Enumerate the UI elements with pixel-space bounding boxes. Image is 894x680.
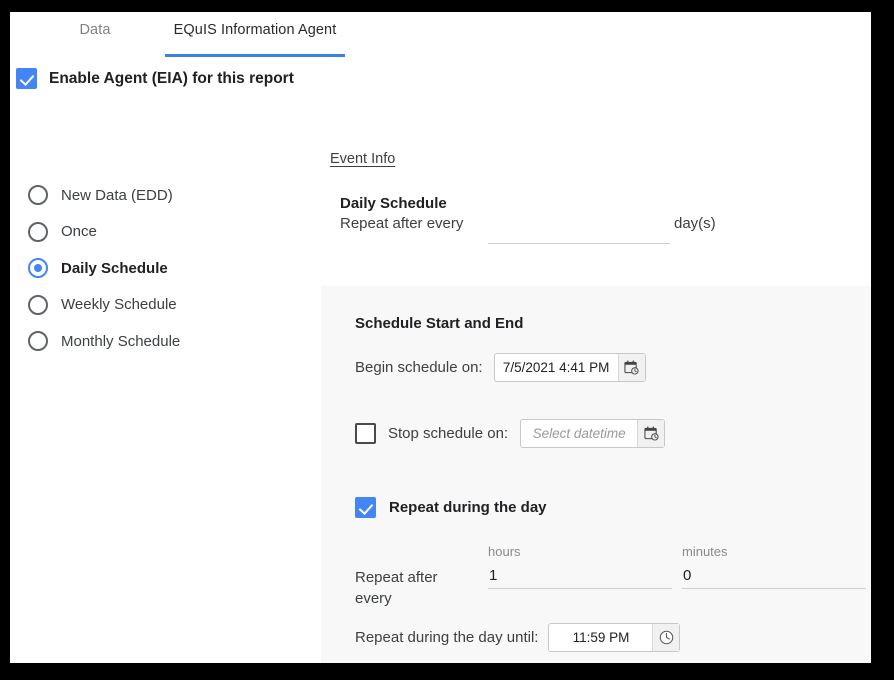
radio-daily-schedule[interactable]: Daily Schedule <box>28 250 298 287</box>
tab-bar: Data EQuIS Information Agent <box>10 12 871 58</box>
panel-repeat-after-every-label: Repeat after every <box>355 567 465 609</box>
clock-icon[interactable] <box>652 624 679 651</box>
radio-icon <box>28 222 48 242</box>
radio-monthly-schedule[interactable]: Monthly Schedule <box>28 323 298 360</box>
radio-selected-icon <box>28 258 48 278</box>
tab-data-label: Data <box>79 22 110 38</box>
tab-equis-information-agent[interactable]: EQuIS Information Agent <box>165 12 345 58</box>
calendar-datetime-icon[interactable] <box>637 420 664 447</box>
stop-schedule-label: Stop schedule on: <box>388 425 508 442</box>
radio-icon <box>28 331 48 351</box>
radio-label: Monthly Schedule <box>61 333 180 350</box>
tab-data[interactable]: Data <box>55 12 135 58</box>
repeat-during-day-label: Repeat during the day <box>389 499 547 516</box>
minutes-input[interactable] <box>682 562 866 589</box>
radio-once[interactable]: Once <box>28 214 298 251</box>
tab-equis-information-agent-label: EQuIS Information Agent <box>174 22 337 38</box>
enable-agent-label: Enable Agent (EIA) for this report <box>49 70 294 88</box>
stop-schedule-field[interactable] <box>520 419 665 448</box>
calendar-datetime-icon[interactable] <box>618 354 645 381</box>
radio-label: Once <box>61 223 97 240</box>
radio-new-data-edd[interactable]: New Data (EDD) <box>28 177 298 214</box>
schedule-panel-title: Schedule Start and End <box>355 315 523 332</box>
repeat-days-input[interactable] <box>488 217 670 244</box>
begin-schedule-row: Begin schedule on: <box>355 353 646 382</box>
active-tab-indicator <box>165 54 345 57</box>
stop-schedule-row: Stop schedule on: <box>355 419 665 448</box>
minutes-field-group: minutes <box>682 544 866 589</box>
hours-caption: hours <box>488 544 672 559</box>
report-editor-page: Data EQuIS Information Agent Enable Agen… <box>10 12 871 663</box>
begin-schedule-input[interactable] <box>495 354 618 381</box>
repeat-during-day-checkbox[interactable] <box>355 497 376 518</box>
repeat-until-input[interactable] <box>549 624 652 651</box>
hours-input[interactable] <box>488 562 672 589</box>
radio-weekly-schedule[interactable]: Weekly Schedule <box>28 287 298 324</box>
repeat-until-field[interactable] <box>548 623 680 652</box>
radio-label: Daily Schedule <box>61 260 168 277</box>
radio-label: New Data (EDD) <box>61 187 173 204</box>
repeat-until-row: Repeat during the day until: <box>355 623 680 652</box>
radio-icon <box>28 185 48 205</box>
event-info-heading: Event Info <box>330 151 395 167</box>
schedule-start-end-panel: Schedule Start and End Begin schedule on… <box>321 286 871 663</box>
radio-label: Weekly Schedule <box>61 296 177 313</box>
hours-field-group: hours <box>488 544 672 589</box>
begin-schedule-field[interactable] <box>494 353 646 382</box>
begin-schedule-label: Begin schedule on: <box>355 359 483 376</box>
schedule-type-radio-group: New Data (EDD) Once Daily Schedule Weekl… <box>28 177 298 360</box>
stop-schedule-input[interactable] <box>521 420 637 447</box>
repeat-during-day-row[interactable]: Repeat during the day <box>355 497 547 518</box>
repeat-after-every-label: Repeat after every <box>340 215 463 232</box>
repeat-until-label: Repeat during the day until: <box>355 629 538 646</box>
enable-agent-row[interactable]: Enable Agent (EIA) for this report <box>16 68 294 89</box>
daily-schedule-title: Daily Schedule <box>340 195 447 212</box>
enable-agent-checkbox[interactable] <box>16 68 37 89</box>
days-unit-label: day(s) <box>674 215 716 232</box>
minutes-caption: minutes <box>682 544 866 559</box>
stop-schedule-checkbox[interactable] <box>355 423 376 444</box>
screen-frame: Data EQuIS Information Agent Enable Agen… <box>0 0 894 680</box>
radio-icon <box>28 295 48 315</box>
